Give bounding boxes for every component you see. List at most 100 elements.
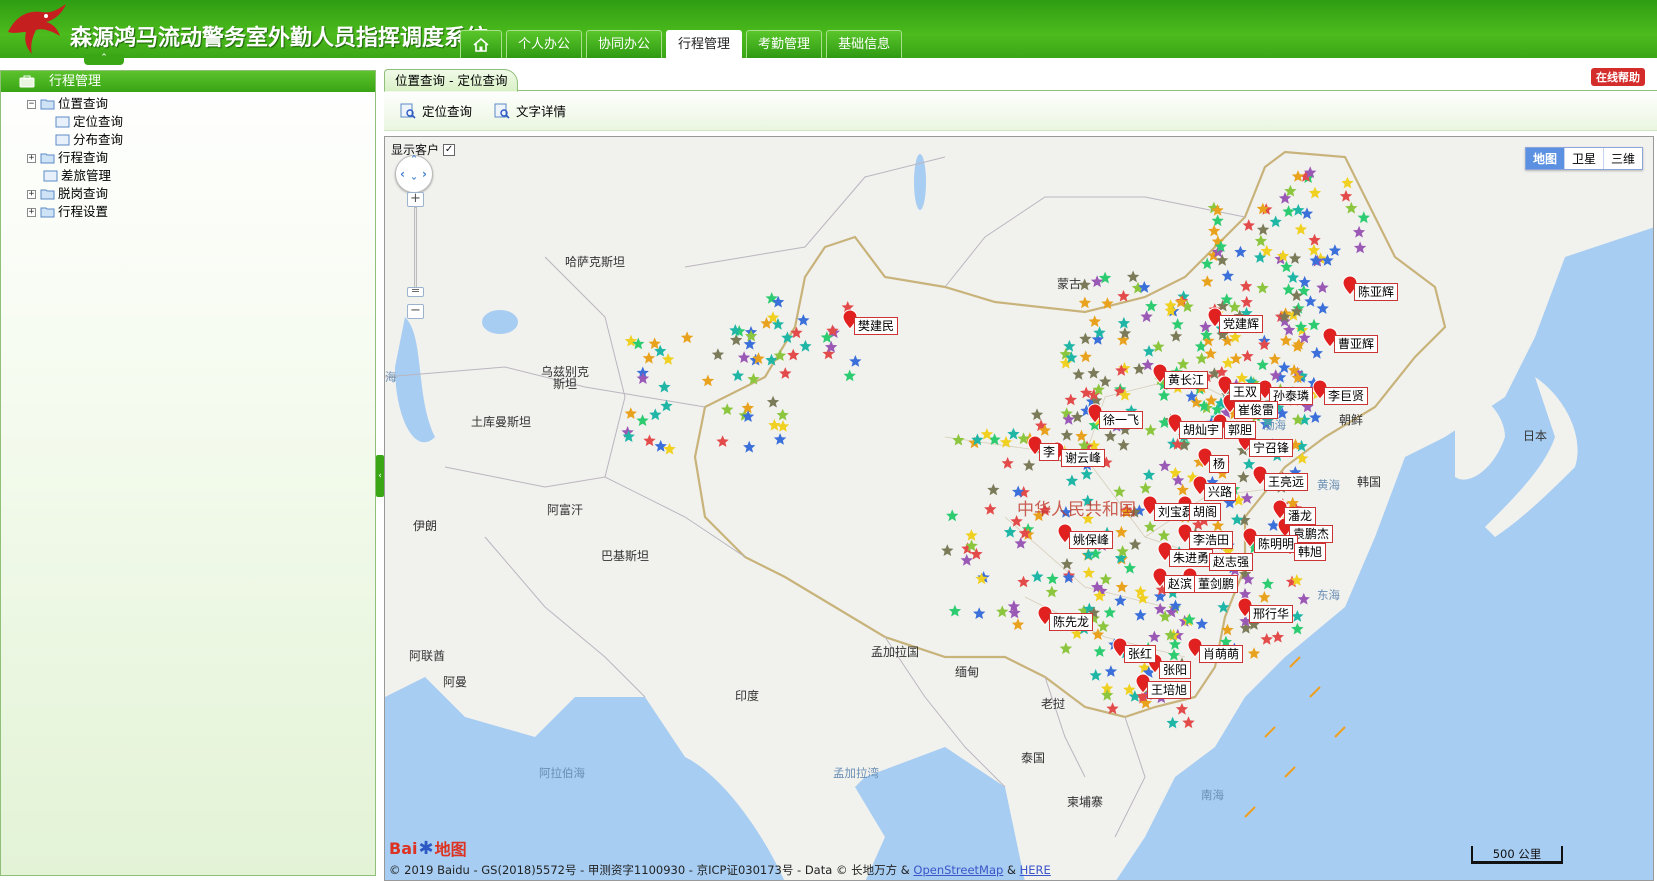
- pan-right-icon[interactable]: ›: [422, 167, 427, 181]
- app-title: 森源鸿马流动警务室外勤人员指挥调度系统: [70, 25, 489, 51]
- osm-link[interactable]: OpenStreetMap: [913, 863, 1003, 877]
- map-type-3d[interactable]: 三维: [1602, 148, 1642, 169]
- zoom-slider-track[interactable]: [414, 207, 417, 292]
- tree-item-label: 差旅管理: [61, 168, 112, 183]
- employee-label[interactable]: 肖萌萌: [1199, 645, 1244, 663]
- show-customers-toggle[interactable]: 显示客户 ✓: [391, 141, 456, 158]
- employee-label[interactable]: 张阳: [1159, 661, 1192, 679]
- text-detail-button[interactable]: 文字详情: [494, 101, 566, 120]
- employee-label[interactable]: 曹亚辉: [1334, 335, 1379, 353]
- expand-icon[interactable]: +: [27, 153, 36, 163]
- employee-label[interactable]: 赵滨: [1164, 575, 1197, 593]
- place-label: 泰国: [1021, 751, 1046, 765]
- sidebar-splitter[interactable]: ‹: [376, 455, 384, 497]
- employee-label[interactable]: 邢行华: [1249, 605, 1294, 623]
- page-icon: [43, 170, 58, 182]
- nav-tab-attendance[interactable]: 考勤管理: [746, 30, 823, 58]
- page-tabbar: 位置查询 - 定位查询 在线帮助: [384, 66, 1657, 92]
- place-label: 朝鲜: [1339, 413, 1364, 427]
- baidu-logo-text2: 地图: [434, 840, 467, 859]
- expand-icon[interactable]: +: [27, 189, 36, 199]
- employee-label[interactable]: 徐一飞: [1099, 411, 1144, 429]
- employee-label[interactable]: 张红: [1124, 645, 1157, 663]
- employee-label[interactable]: 李巨贤: [1324, 387, 1369, 405]
- tree-item-distribution-query[interactable]: 分布查询: [27, 131, 375, 149]
- employee-label[interactable]: 胡灿宇: [1179, 421, 1224, 439]
- folder-icon: [40, 153, 55, 164]
- employee-label[interactable]: 陈亚辉: [1354, 283, 1399, 301]
- employee-label[interactable]: 宁召锋: [1249, 439, 1294, 457]
- employee-label[interactable]: 陈明明: [1254, 535, 1299, 553]
- place-label: 斯坦: [553, 377, 578, 391]
- zoom-in-button[interactable]: +: [407, 192, 424, 207]
- pan-control[interactable]: ‹ › ˆ ˇ: [395, 154, 433, 193]
- employee-label[interactable]: 陈先龙: [1049, 613, 1094, 631]
- tree-item-off-post-query[interactable]: + 脱岗查询: [27, 185, 375, 203]
- zoom-out-button[interactable]: −: [407, 304, 424, 319]
- employee-label[interactable]: 兴路: [1204, 483, 1237, 501]
- tree-item-travel-management[interactable]: 差旅管理: [27, 167, 375, 185]
- place-label: 土库曼斯坦: [471, 415, 532, 429]
- search-document-icon: [494, 103, 510, 119]
- tree-item-label: 脱岗查询: [58, 186, 109, 201]
- employee-label[interactable]: 李浩田: [1189, 531, 1234, 549]
- employee-label[interactable]: 谢云峰: [1061, 449, 1106, 467]
- locate-query-button[interactable]: 定位查询: [400, 101, 472, 120]
- map-type-satellite[interactable]: 卫星: [1563, 148, 1603, 169]
- nav-tab-personal[interactable]: 个人办公: [506, 30, 583, 58]
- paw-icon: ✱: [418, 837, 434, 859]
- baidu-logo-text: Bai: [389, 838, 418, 858]
- employee-label[interactable]: 朱进勇: [1169, 549, 1214, 567]
- tree-item-trip-query[interactable]: + 行程查询: [27, 149, 375, 167]
- tree-item-locate-query[interactable]: 定位查询: [27, 113, 375, 131]
- place-label-china: 中华人民共和国: [1017, 500, 1136, 520]
- employee-label[interactable]: 韩旭: [1294, 543, 1327, 561]
- baidu-logo: Bai ✱ 地图: [389, 836, 467, 860]
- sidebar-title: 行程管理: [49, 74, 102, 89]
- employee-label[interactable]: 郭胆: [1224, 421, 1257, 439]
- tree-item-label: 行程设置: [58, 204, 109, 219]
- zoom-control: + = −: [407, 192, 424, 322]
- here-link[interactable]: HERE: [1020, 863, 1051, 877]
- employee-label[interactable]: 党建辉: [1219, 315, 1264, 333]
- employee-label[interactable]: 王双: [1229, 383, 1262, 401]
- tree-item-trip-settings[interactable]: + 行程设置: [27, 203, 375, 221]
- nav-home-button[interactable]: [460, 30, 502, 58]
- employee-label[interactable]: 王培旭: [1147, 681, 1192, 699]
- pan-down-icon[interactable]: ˇ: [411, 176, 417, 190]
- online-help-button[interactable]: 在线帮助: [1591, 68, 1645, 86]
- employee-label[interactable]: 崔俊雷: [1234, 401, 1279, 419]
- employee-label[interactable]: 李: [1039, 443, 1060, 461]
- employee-label[interactable]: 胡阁: [1189, 503, 1222, 521]
- expand-icon[interactable]: +: [27, 207, 36, 217]
- map-view[interactable]: 哈萨克斯坦 蒙古 乌兹别克 斯坦 土库曼斯坦 伊朗 阿富汗 巴基斯坦 印度 孟加…: [384, 136, 1654, 881]
- pan-up-icon[interactable]: ˆ: [411, 154, 417, 168]
- employee-label[interactable]: 王亮远: [1264, 473, 1309, 491]
- sea-label: 南海: [1201, 788, 1224, 802]
- header-collapse-button[interactable]: ⌃: [84, 54, 124, 65]
- employee-label[interactable]: 樊建民: [854, 317, 899, 335]
- pan-left-icon[interactable]: ‹: [400, 167, 405, 181]
- place-label: 伊朗: [413, 519, 438, 533]
- map-type-map[interactable]: 地图: [1525, 148, 1564, 169]
- place-label: 韩国: [1357, 475, 1382, 489]
- nav-tab-basic-info[interactable]: 基础信息: [826, 30, 903, 58]
- employee-label[interactable]: 潘龙: [1284, 507, 1317, 525]
- collapse-icon[interactable]: −: [27, 99, 36, 109]
- nav-tab-trip-management[interactable]: 行程管理: [666, 30, 743, 58]
- folder-icon: [40, 189, 55, 200]
- show-customers-checkbox[interactable]: ✓: [443, 143, 456, 156]
- toolbar: 定位查询 文字详情: [384, 91, 1657, 131]
- page-tab-locate-query[interactable]: 位置查询 - 定位查询: [384, 69, 519, 92]
- zoom-slider-handle[interactable]: =: [407, 285, 424, 297]
- employee-label[interactable]: 姚保峰: [1069, 531, 1114, 549]
- map-copyright: © 2019 Baidu - GS(2018)5572号 - 甲测资字11009…: [389, 862, 1051, 878]
- employee-label[interactable]: 董剑鹏: [1194, 575, 1239, 593]
- employee-label[interactable]: 黄长江: [1164, 371, 1209, 389]
- tree-item-location-query[interactable]: − 位置查询: [27, 95, 375, 113]
- folder-open-icon: [40, 99, 55, 110]
- sea-label: 东海: [1317, 588, 1340, 602]
- employee-label[interactable]: 赵志强: [1209, 553, 1254, 571]
- nav-tab-collaboration[interactable]: 协同办公: [586, 30, 663, 58]
- employee-label[interactable]: 杨: [1209, 455, 1230, 473]
